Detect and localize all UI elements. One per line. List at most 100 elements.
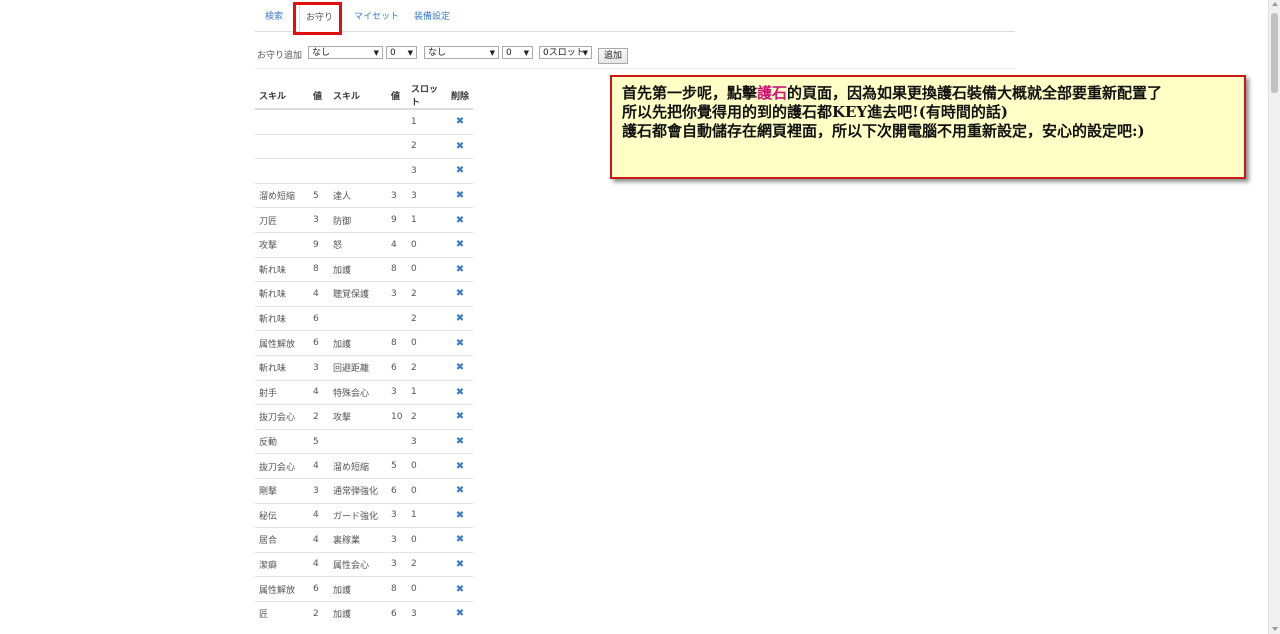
cell-value1: 9	[309, 231, 329, 258]
cell-skill1: 刀匠	[255, 207, 309, 233]
tab-bar: 検索 お守り マイセット 装備設定	[255, 0, 1015, 33]
cell-skill1: 斬れ味	[255, 281, 309, 307]
cell-value1	[309, 158, 329, 184]
table-row: 刀匠 3 防御 9 1 ✖	[255, 207, 473, 233]
delete-icon[interactable]: ✖	[447, 133, 473, 159]
cell-value2: 8	[387, 256, 407, 282]
cell-skill1: 反動	[255, 428, 309, 454]
cell-value2: 3	[387, 551, 407, 577]
cell-value2: 8	[387, 330, 407, 356]
skill1-select[interactable]: なし ▼	[308, 46, 383, 59]
cell-value2	[387, 428, 407, 454]
delete-icon[interactable]: ✖	[447, 207, 473, 233]
cell-value1: 6	[309, 305, 329, 331]
delete-icon[interactable]: ✖	[447, 231, 473, 258]
cell-slot: 0	[407, 527, 447, 553]
cell-value1: 8	[309, 256, 329, 282]
delete-icon[interactable]: ✖	[447, 453, 473, 479]
delete-icon[interactable]: ✖	[447, 477, 473, 503]
cell-skill1: 射手	[255, 379, 309, 405]
tab-equipment-settings[interactable]: 装備設定	[414, 4, 450, 30]
add-charm-button[interactable]: 追加	[598, 48, 628, 64]
delete-icon[interactable]: ✖	[447, 379, 473, 405]
table-row: 斬れ味 8 加護 8 0 ✖	[255, 256, 473, 282]
dropdown-arrow-icon: ▼	[407, 49, 413, 57]
tab-myset[interactable]: マイセット	[354, 4, 399, 30]
cell-slot: 0	[407, 453, 447, 479]
slot-select[interactable]: 0スロット ▼	[539, 46, 592, 59]
cell-slot: 2	[407, 354, 447, 381]
cell-value1	[309, 133, 329, 159]
delete-icon[interactable]: ✖	[447, 158, 473, 184]
cell-skill2: 加護	[329, 256, 387, 282]
table-row: 反動 5 3 ✖	[255, 428, 473, 454]
cell-skill1: 抜刀会心	[255, 453, 309, 479]
charm-table: スキル 値 スキル 値 スロット 削除 1 ✖ 2 ✖ 3 ✖ 溜め短縮 5 達人 3 3 ✖ 刀匠 3 防…	[255, 82, 473, 626]
cell-skill1: 潔癖	[255, 551, 309, 577]
cell-slot: 0	[407, 330, 447, 356]
instruction-callout: 首先第一步呢，點擊護石的頁面，因為如果更換護石裝備大概就全部要重新配置了 所以先…	[610, 75, 1246, 179]
cell-value1: 6	[309, 330, 329, 356]
cell-value1: 2	[309, 404, 329, 430]
cell-value1: 4	[309, 527, 329, 553]
delete-icon[interactable]: ✖	[447, 404, 473, 430]
cell-slot: 0	[407, 477, 447, 503]
cell-skill2	[329, 158, 387, 184]
value2-select[interactable]: 0 ▼	[502, 46, 533, 59]
delete-icon[interactable]: ✖	[447, 354, 473, 381]
scroll-down-icon[interactable]	[1272, 627, 1278, 631]
cell-value1: 4	[309, 551, 329, 577]
cell-slot: 1	[407, 108, 447, 135]
cell-slot: 0	[407, 256, 447, 282]
delete-icon[interactable]: ✖	[447, 108, 473, 135]
skill2-select[interactable]: なし ▼	[424, 46, 499, 59]
table-row: 潔癖 4 属性会心 3 2 ✖	[255, 551, 473, 577]
cell-skill2	[329, 428, 387, 454]
cell-skill2: 通常弾強化	[329, 477, 387, 503]
cell-slot: 2	[407, 281, 447, 307]
cell-skill1: 攻撃	[255, 231, 309, 258]
delete-icon[interactable]: ✖	[447, 551, 473, 577]
delete-icon[interactable]: ✖	[447, 305, 473, 331]
delete-icon[interactable]: ✖	[447, 576, 473, 602]
cell-skill1: 斬れ味	[255, 256, 309, 282]
tab-charms[interactable]: お守り	[299, 4, 341, 33]
delete-icon[interactable]: ✖	[447, 330, 473, 356]
delete-icon[interactable]: ✖	[447, 600, 473, 626]
cell-value2: 3	[387, 182, 407, 208]
divider	[255, 68, 1015, 69]
tab-search[interactable]: 検索	[265, 4, 283, 30]
callout-line-1: 首先第一步呢，點擊護石的頁面，因為如果更換護石裝備大概就全部要重新配置了	[622, 84, 1234, 103]
cell-value2: 6	[387, 477, 407, 503]
cell-skill2: 怒	[329, 231, 387, 258]
table-row: 斬れ味 6 2 ✖	[255, 305, 473, 331]
table-row: 1 ✖	[255, 108, 473, 135]
scroll-up-icon[interactable]	[1272, 2, 1278, 6]
table-row: 居合 4 裏稼業 3 0 ✖	[255, 527, 473, 553]
cell-skill1: 斬れ味	[255, 354, 309, 381]
cell-skill2	[329, 305, 387, 331]
slot-value: 0スロット	[543, 48, 585, 58]
cell-skill2: 裏稼業	[329, 527, 387, 553]
scrollbar-thumb[interactable]	[1271, 13, 1278, 93]
cell-skill1: 属性解放	[255, 576, 309, 602]
cell-skill1	[255, 133, 309, 159]
delete-icon[interactable]: ✖	[447, 428, 473, 454]
delete-icon[interactable]: ✖	[447, 281, 473, 307]
cell-skill1: 抜刀会心	[255, 404, 309, 430]
delete-icon[interactable]: ✖	[447, 182, 473, 208]
header-value1: 値	[309, 82, 329, 110]
delete-icon[interactable]: ✖	[447, 256, 473, 282]
delete-icon[interactable]: ✖	[447, 502, 473, 528]
value1-select[interactable]: 0 ▼	[386, 46, 417, 59]
cell-value2: 3	[387, 281, 407, 307]
delete-icon[interactable]: ✖	[447, 527, 473, 553]
vertical-scrollbar[interactable]	[1268, 0, 1280, 634]
cell-slot: 3	[407, 428, 447, 454]
cell-skill2: 加護	[329, 600, 387, 626]
cell-value1: 6	[309, 576, 329, 602]
cell-skill1: 斬れ味	[255, 305, 309, 331]
table-row: 剛撃 3 通常弾強化 6 0 ✖	[255, 477, 473, 503]
dropdown-arrow-icon: ▼	[582, 49, 588, 57]
table-row: 溜め短縮 5 達人 3 3 ✖	[255, 182, 473, 208]
